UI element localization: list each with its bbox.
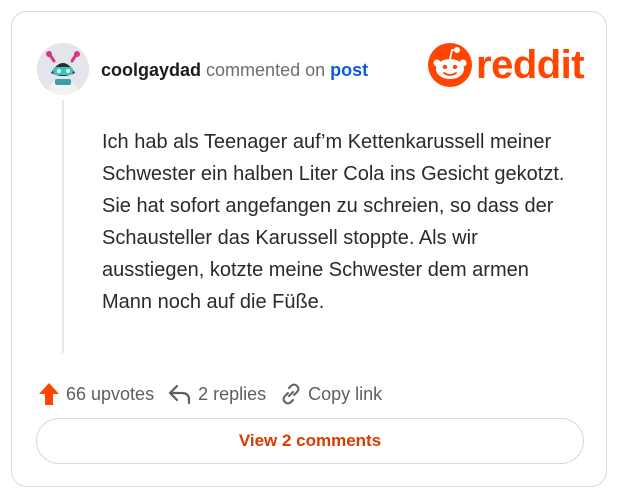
commented-on-text: commented on: [206, 60, 326, 80]
username-link[interactable]: coolgaydad: [101, 60, 201, 80]
reddit-snoo-icon: [428, 43, 472, 87]
reply-action[interactable]: 2 replies: [168, 383, 266, 405]
upvote-arrow-icon[interactable]: [38, 382, 60, 406]
comment-body: Ich hab als Teenager auf’m Kettenkarusse…: [102, 131, 565, 313]
upvote-action[interactable]: 66 upvotes: [38, 382, 154, 406]
snoo-avatar-icon: [37, 43, 89, 95]
copy-link-label: Copy link: [308, 383, 383, 404]
post-link[interactable]: post: [330, 60, 368, 80]
reply-count: 2 replies: [198, 383, 267, 404]
reddit-wordmark: reddit: [476, 42, 585, 87]
reddit-logo: reddit: [428, 41, 585, 89]
link-icon: [282, 383, 300, 405]
user-avatar[interactable]: [37, 43, 89, 95]
view-comments-button[interactable]: View 2 comments: [36, 418, 584, 464]
reply-arrow-icon: [168, 384, 191, 405]
comment-card: coolgaydad commented on post reddit Ich …: [11, 11, 607, 487]
copy-link-action[interactable]: Copy link: [280, 383, 382, 405]
upvote-count: 66 upvotes: [66, 383, 155, 404]
thread-line: [62, 100, 64, 353]
comment-header: coolgaydad commented on post: [101, 60, 368, 81]
action-bar: 66 upvotes 2 replies Copy link: [38, 380, 396, 408]
